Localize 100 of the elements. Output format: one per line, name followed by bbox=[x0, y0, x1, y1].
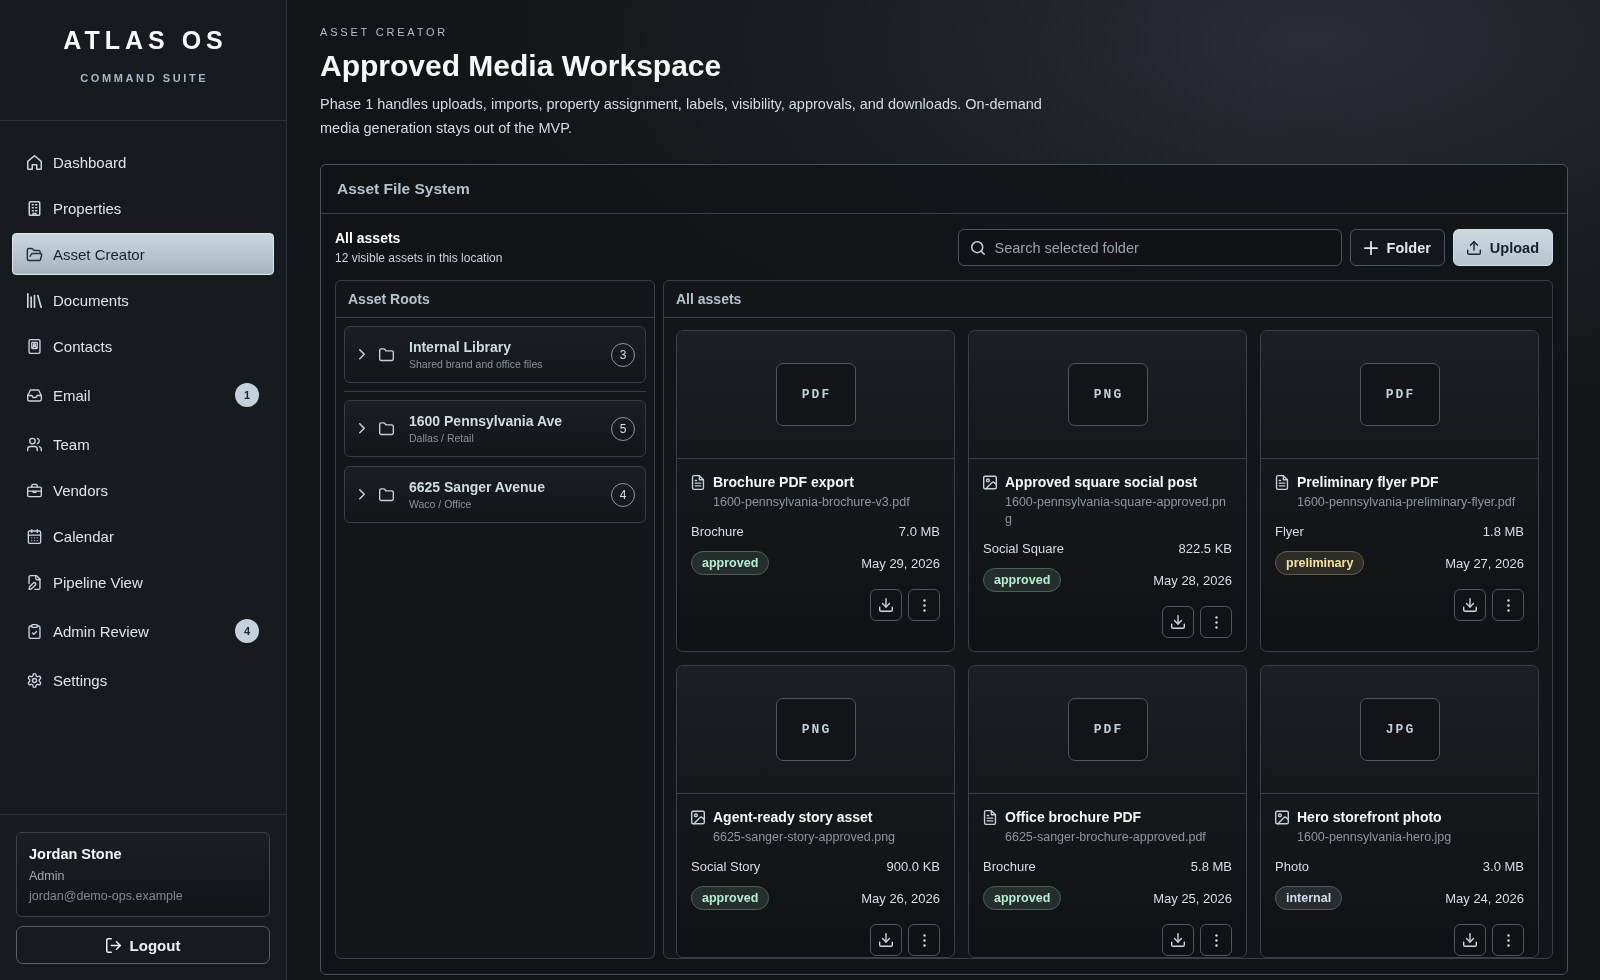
calendar-icon bbox=[27, 528, 42, 544]
more-button[interactable] bbox=[908, 924, 940, 956]
location-summary: 12 visible assets in this location bbox=[335, 250, 503, 266]
nav-item[interactable]: Documents bbox=[12, 279, 274, 321]
asset-date: May 25, 2026 bbox=[1153, 889, 1232, 907]
more-icon bbox=[922, 933, 926, 947]
file-type-preview: PNG bbox=[1067, 363, 1148, 426]
file-type-preview: PDF bbox=[1359, 363, 1440, 426]
nav-item[interactable]: Properties bbox=[12, 187, 274, 229]
download-button[interactable] bbox=[1162, 924, 1194, 956]
inbox-icon bbox=[27, 387, 42, 403]
asset-title: Preliminary flyer PDF bbox=[1297, 473, 1439, 491]
file-size: 5.8 MB bbox=[1190, 858, 1232, 875]
asset-date: May 27, 2026 bbox=[1445, 554, 1524, 572]
download-button[interactable] bbox=[1454, 924, 1486, 956]
file-size: 3.0 MB bbox=[1482, 858, 1524, 875]
briefcase-icon bbox=[27, 482, 42, 498]
image-icon bbox=[983, 474, 997, 490]
file-size: 1.8 MB bbox=[1482, 523, 1524, 540]
asset-date: May 29, 2026 bbox=[861, 554, 940, 572]
page-description: Phase 1 handles uploads, imports, property assignment, labels, visibility, approvals, and downloads. On-demand media generation stays out of the MVP. bbox=[320, 95, 1043, 138]
folder-list-item[interactable]: 6625 Sanger Avenue Waco / Office 4 bbox=[344, 466, 646, 523]
plus-icon bbox=[1363, 240, 1378, 255]
folder-icon bbox=[379, 347, 394, 362]
house-icon bbox=[27, 154, 42, 170]
add-folder-button[interactable]: Folder bbox=[1349, 229, 1445, 266]
more-icon bbox=[1506, 598, 1510, 612]
asset-title: Hero storefront photo bbox=[1297, 808, 1442, 826]
file-name: 1600-pennsylvania-preliminary-flyer.pdf bbox=[1297, 494, 1517, 511]
status-tag: approved bbox=[691, 886, 770, 910]
download-button[interactable] bbox=[870, 589, 902, 621]
folder-subtitle: Dallas / Retail bbox=[409, 431, 474, 445]
asset-date: May 28, 2026 bbox=[1153, 571, 1232, 589]
contact-book-icon bbox=[27, 338, 42, 354]
clipboard-check-icon bbox=[27, 623, 42, 639]
logout-button[interactable]: Logout bbox=[16, 926, 270, 964]
nav-item[interactable]: Team bbox=[12, 423, 274, 465]
status-tag: internal bbox=[1275, 886, 1343, 910]
search-field[interactable]: Search selected folder bbox=[957, 229, 1342, 266]
nav-item[interactable]: Settings bbox=[12, 659, 274, 701]
folder-list-item[interactable]: 1600 Pennsylvania Ave Dallas / Retail 5 bbox=[344, 400, 646, 457]
more-icon bbox=[1214, 933, 1218, 947]
folder-name: 6625 Sanger Avenue bbox=[409, 478, 545, 496]
nav-item[interactable]: Pipeline View bbox=[12, 561, 274, 603]
image-icon bbox=[1275, 809, 1289, 825]
file-name: 6625-sanger-brochure-approved.pdf bbox=[1005, 829, 1207, 846]
user-role: Admin bbox=[29, 868, 65, 884]
asset-title: Agent-ready story asset bbox=[713, 808, 873, 826]
panel-title: Asset File System bbox=[337, 180, 470, 198]
page-eyebrow: ASSET CREATOR bbox=[320, 25, 449, 39]
brand-title: ATLAS OS bbox=[62, 25, 228, 55]
file-name: 6625-sanger-story-approved.png bbox=[713, 829, 897, 846]
nav-item[interactable]: Dashboard bbox=[12, 141, 274, 183]
more-button[interactable] bbox=[1200, 924, 1232, 956]
count-badge: 1 bbox=[235, 383, 259, 407]
building-icon bbox=[27, 200, 42, 216]
upload-icon bbox=[1466, 240, 1481, 255]
page-title: Approved Media Workspace bbox=[320, 48, 722, 84]
more-button[interactable] bbox=[1492, 589, 1524, 621]
nav-item[interactable]: Vendors bbox=[12, 469, 274, 511]
file-name: 1600-pennsylvania-brochure-v3.pdf bbox=[713, 494, 911, 511]
nav-item[interactable]: Email 1 bbox=[12, 371, 274, 419]
download-button[interactable] bbox=[1162, 606, 1194, 638]
file-name: 1600-pennsylvania-hero.jpg bbox=[1297, 829, 1453, 846]
brand-subtitle: COMMAND SUITE bbox=[79, 71, 209, 85]
nav-item[interactable]: Contacts bbox=[12, 325, 274, 367]
search-icon bbox=[970, 240, 985, 255]
download-icon bbox=[1171, 933, 1185, 947]
user-name: Jordan Stone bbox=[29, 845, 122, 863]
download-button[interactable] bbox=[870, 924, 902, 956]
location-title: All assets bbox=[335, 229, 401, 247]
people-icon bbox=[27, 436, 42, 452]
file-size: 7.0 MB bbox=[898, 523, 940, 540]
asset-date: May 24, 2026 bbox=[1445, 889, 1524, 907]
asset-category: Social Square bbox=[983, 540, 1064, 557]
asset-title: Brochure PDF export bbox=[713, 473, 854, 491]
folder-name: Internal Library bbox=[409, 338, 511, 356]
file-type-preview: PDF bbox=[1067, 698, 1148, 761]
download-icon bbox=[879, 598, 893, 612]
folder-icon bbox=[27, 246, 42, 262]
asset-category: Social Story bbox=[691, 858, 761, 875]
nav-item[interactable]: Admin Review 4 bbox=[12, 607, 274, 655]
asset-category: Photo bbox=[1275, 858, 1309, 875]
upload-button[interactable]: Upload bbox=[1452, 229, 1553, 266]
document-icon bbox=[983, 809, 997, 825]
nav-item[interactable]: Calendar bbox=[12, 515, 274, 557]
image-icon bbox=[691, 809, 705, 825]
status-tag: approved bbox=[983, 568, 1062, 592]
count-badge: 4 bbox=[235, 619, 259, 643]
download-button[interactable] bbox=[1454, 589, 1486, 621]
folder-list-item[interactable]: Internal Library Shared brand and office files 3 bbox=[344, 326, 646, 383]
more-button[interactable] bbox=[1200, 606, 1232, 638]
status-tag: approved bbox=[983, 886, 1062, 910]
more-button[interactable] bbox=[1492, 924, 1524, 956]
logout-icon bbox=[105, 937, 121, 953]
folder-subtitle: Waco / Office bbox=[409, 497, 472, 511]
file-type-preview: JPG bbox=[1359, 698, 1440, 761]
more-button[interactable] bbox=[908, 589, 940, 621]
nav-item[interactable]: Asset Creator bbox=[12, 233, 274, 275]
file-size: 900.0 KB bbox=[886, 858, 940, 875]
